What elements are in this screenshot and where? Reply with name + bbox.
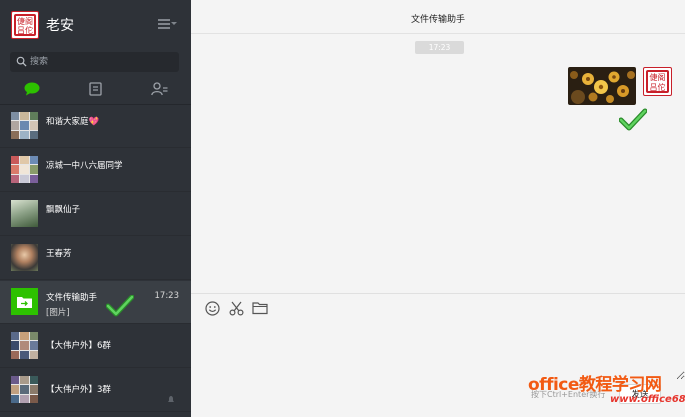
nav-tabs [0, 78, 191, 102]
chat-list: 和谐大家庭💖 凉城一中八六届同学 飘飘仙子 王春芳 文件传输助手 [图片] 17… [0, 105, 191, 417]
profile-header: 倢阁 吕佗 老安 [0, 0, 191, 48]
sidebar: 倢阁 吕佗 老安 搜索 和谐大家庭💖 凉城一中八六届同学 飘飘仙子 王春芳 文件… [0, 0, 191, 417]
flower-photo [568, 67, 636, 105]
seal-avatar-image: 倢阁 吕佗 [646, 70, 669, 93]
profile-name: 老安 [46, 18, 74, 34]
menu-icon[interactable] [158, 16, 177, 32]
tab-chats[interactable] [17, 78, 47, 100]
chat-item-outdoor-6[interactable]: 【大伟户外】6群 [0, 325, 191, 368]
chat-bubble-icon [24, 82, 40, 96]
search-box[interactable] [10, 52, 179, 72]
file-transfer-avatar [11, 288, 38, 315]
send-file-button[interactable] [251, 299, 269, 317]
watermark-title: office教程学习网 [528, 375, 662, 395]
avatar [11, 244, 38, 271]
group-avatar [11, 112, 38, 139]
chat-item-wangchunfang[interactable]: 王春芳 [0, 237, 191, 280]
chat-name: 文件传输助手 [46, 293, 98, 303]
tab-favorites[interactable] [80, 78, 110, 100]
tab-contacts[interactable] [144, 78, 174, 100]
emoji-button[interactable] [203, 299, 221, 317]
mute-bell-icon [168, 396, 174, 402]
chat-name: 【大伟户外】6群 [46, 341, 111, 351]
watermark: office教程学习网 www.office68.com [526, 370, 685, 412]
conversation-title[interactable]: 文件传输助手 [191, 12, 685, 25]
chat-name: 飘飘仙子 [46, 205, 81, 215]
folder-icon [252, 302, 268, 315]
conversation-header: 文件传输助手 [191, 0, 685, 34]
chat-item-family[interactable]: 和谐大家庭💖 [0, 105, 191, 148]
checkmark-icon [619, 108, 647, 131]
chat-item-outdoor-3[interactable]: 【大伟户外】3群 [0, 369, 191, 412]
screenshot-button[interactable] [227, 299, 245, 317]
group-avatar [11, 156, 38, 183]
message-timestamp: 17:23 [415, 41, 464, 54]
contacts-book-icon [88, 82, 102, 96]
seal-avatar-image: 倢阁 吕佗 [14, 14, 36, 36]
checkmark-icon [106, 295, 134, 317]
group-avatar [11, 376, 38, 403]
emoji-icon [204, 300, 220, 316]
scissors-icon [228, 301, 244, 316]
divider [191, 293, 685, 294]
chat-name: 和谐大家庭💖 [46, 117, 100, 127]
folder-transfer-icon [17, 296, 32, 308]
add-contact-icon [150, 82, 167, 96]
chat-item-file-transfer[interactable]: 文件传输助手 [图片] 17:23 [0, 281, 191, 324]
chat-name: 王春芳 [46, 249, 72, 259]
conversation-panel: 文件传输助手 17:23 倢阁 吕佗 按下Ctrl+Enter换行 发送 [191, 0, 685, 417]
avatar[interactable]: 倢阁 吕佗 [643, 67, 672, 96]
image-message[interactable] [568, 67, 636, 105]
search-icon [16, 56, 27, 67]
avatar[interactable]: 倢阁 吕佗 [11, 11, 39, 39]
chat-name: 凉城一中八六届同学 [46, 161, 123, 171]
chat-preview: [图片] [46, 308, 70, 318]
group-avatar [11, 332, 38, 359]
chat-name: 【大伟户外】3群 [46, 385, 111, 395]
watermark-url: www.office68.com [610, 394, 685, 405]
chat-item-classmates[interactable]: 凉城一中八六届同学 [0, 149, 191, 192]
chat-item-piaopiao[interactable]: 飘飘仙子 [0, 193, 191, 236]
search-input[interactable] [30, 54, 170, 70]
chat-time: 17:23 [154, 291, 180, 301]
avatar [11, 200, 38, 227]
